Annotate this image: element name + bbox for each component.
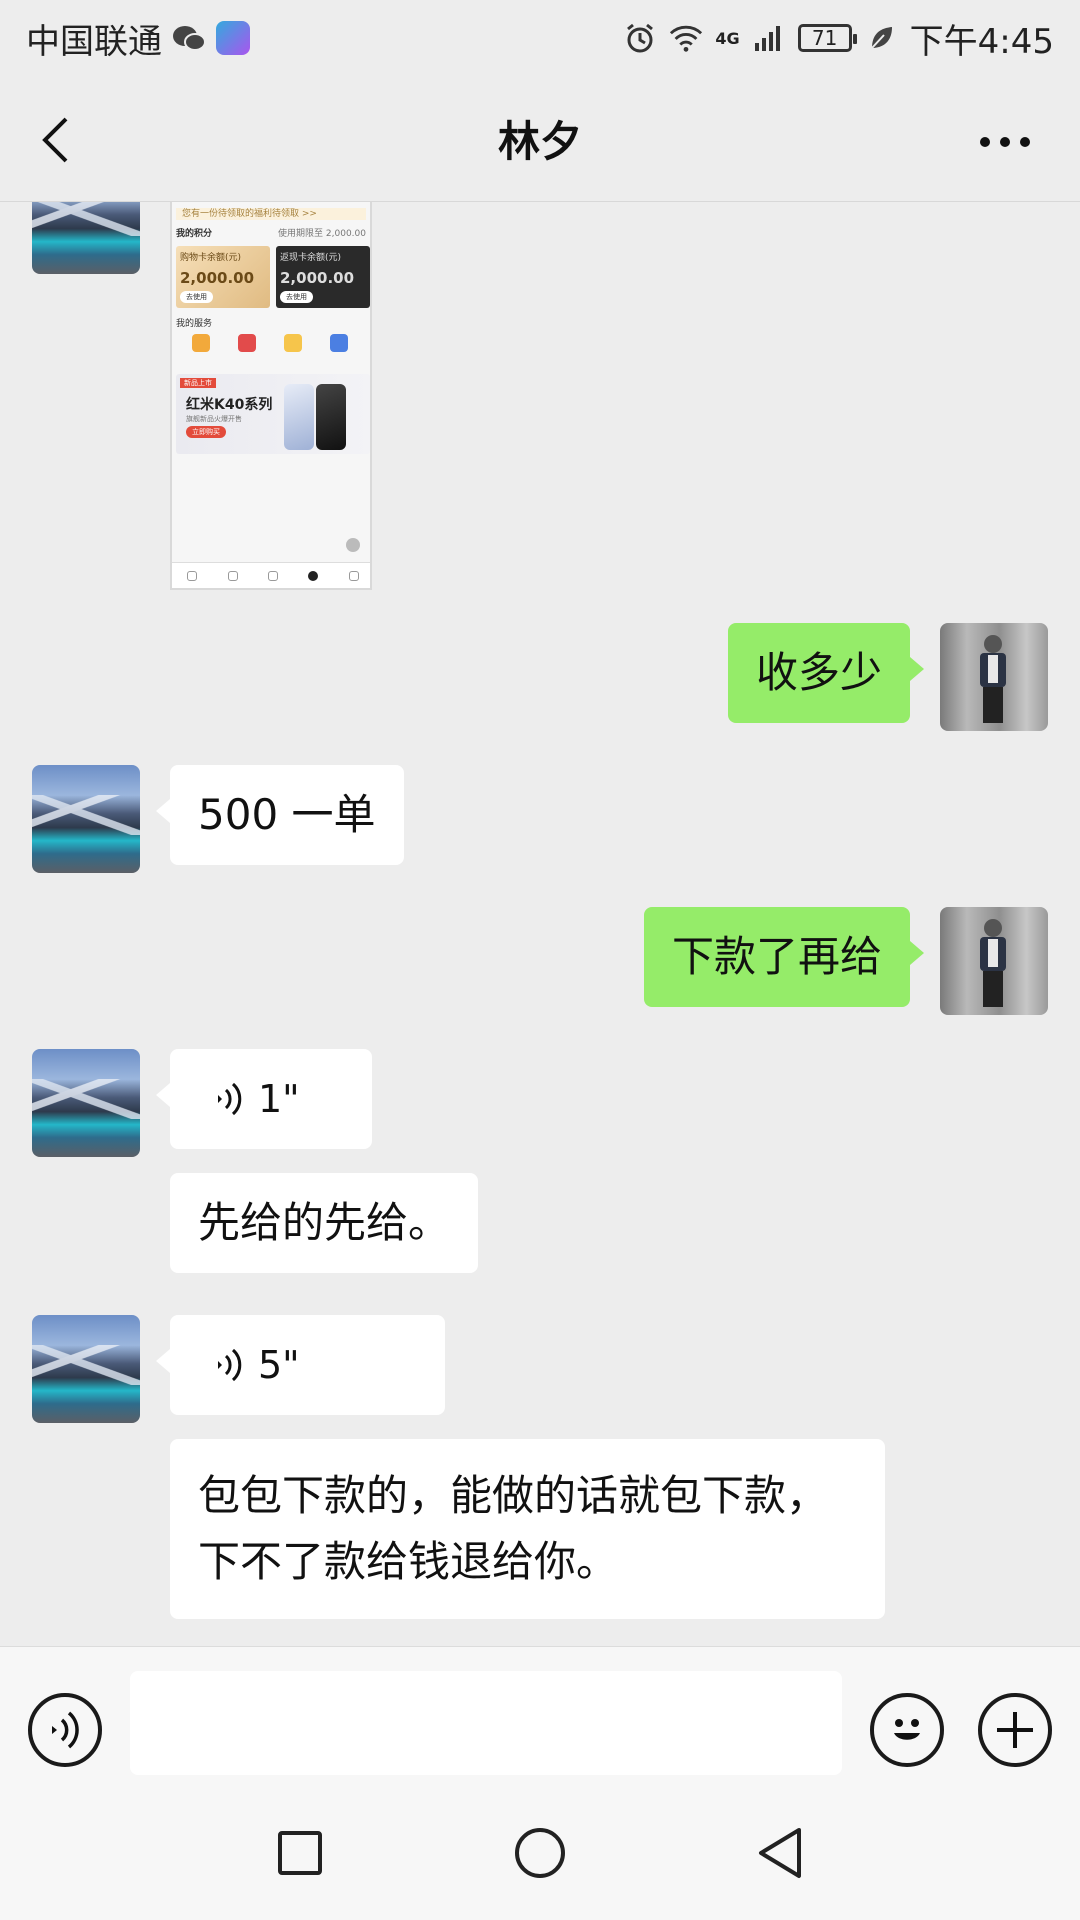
contact-avatar[interactable] — [32, 765, 140, 873]
thumb-notice: 您有一份待领取的福利待领取 >> — [176, 208, 366, 220]
thumb-service-icon — [284, 334, 302, 352]
wechat-notification-icon — [172, 23, 206, 53]
voice-input-button[interactable] — [28, 1693, 102, 1767]
video-app-notification-icon — [216, 21, 250, 55]
more-horizontal-icon — [980, 137, 1030, 147]
back-button[interactable] — [30, 112, 80, 168]
thumb-section-header: 我的积分 使用期限至 2,000.00 — [176, 229, 366, 239]
my-avatar[interactable] — [940, 907, 1048, 1015]
chevron-left-icon — [42, 117, 68, 163]
carrier-label: 中国联通 — [26, 21, 162, 62]
network-type-label: 4G — [715, 28, 740, 48]
message-input[interactable] — [130, 1671, 842, 1775]
thumb-card-shopping: 购物卡余额(元) 2,000.00 去使用 — [176, 246, 270, 308]
home-button[interactable] — [505, 1818, 575, 1888]
alarm-icon — [623, 21, 657, 55]
system-nav-bar — [0, 1778, 1080, 1920]
contact-avatar[interactable] — [32, 202, 140, 274]
circle-icon — [515, 1828, 565, 1878]
my-avatar[interactable] — [940, 623, 1048, 731]
received-message[interactable]: 包包下款的，能做的话就包下款， 下不了款给钱退给你。 — [170, 1439, 885, 1619]
message-list[interactable]: 您有一份待领取的福利待领取 >> 我的积分 使用期限至 2,000.00 购物卡余… — [0, 202, 1080, 1646]
more-button[interactable] — [970, 122, 1040, 162]
thumb-phone-image — [316, 384, 346, 450]
thumb-phone-image — [284, 384, 314, 450]
status-bar: 中国联通 4G 71 下午4:45 — [0, 0, 1080, 76]
voice-message[interactable]: 5" — [156, 1315, 445, 1415]
input-bar — [0, 1646, 1080, 1778]
thumb-services-title: 我的服务 — [176, 319, 213, 329]
sent-message[interactable]: 收多少 — [727, 623, 925, 723]
clock-label: 下午4:45 — [909, 21, 1054, 62]
received-message[interactable]: 500 一单 — [156, 765, 404, 865]
thumb-fab — [346, 538, 360, 552]
thumb-card-cashback: 返现卡余额(元) 2,000.00 去使用 — [276, 246, 370, 308]
thumb-service-icon — [330, 334, 348, 352]
image-message[interactable]: 您有一份待领取的福利待领取 >> 我的积分 使用期限至 2,000.00 购物卡余… — [170, 202, 372, 590]
received-message[interactable]: 先给的先给。 — [170, 1173, 479, 1273]
signal-icon — [752, 21, 786, 55]
emoji-icon — [894, 1719, 920, 1740]
battery-indicator: 71 — [797, 24, 857, 52]
sent-message[interactable]: 下款了再给 — [643, 907, 925, 1007]
chat-title: 林夕 — [497, 117, 582, 166]
thumb-service-icon — [192, 334, 210, 352]
contact-avatar[interactable] — [32, 1315, 140, 1423]
more-functions-button[interactable] — [978, 1693, 1052, 1767]
plus-icon — [997, 1712, 1033, 1748]
recents-button[interactable] — [265, 1818, 335, 1888]
contact-avatar[interactable] — [32, 1049, 140, 1157]
chat-header: 林夕 — [0, 76, 1080, 202]
wifi-icon — [669, 21, 703, 55]
thumb-tabbar — [172, 562, 370, 588]
voice-wave-icon — [218, 1348, 242, 1382]
thumb-banner: 新品上市 红米K40系列 旗舰新品火爆开售 立即购买 — [176, 374, 370, 454]
emoji-button[interactable] — [870, 1693, 944, 1767]
square-icon — [278, 1831, 322, 1875]
voice-wave-icon — [218, 1082, 242, 1116]
voice-message[interactable]: 1" — [156, 1049, 372, 1149]
leaf-icon — [864, 21, 898, 55]
thumb-service-icon — [238, 334, 256, 352]
voice-icon — [52, 1711, 79, 1749]
back-nav-button[interactable] — [745, 1818, 815, 1888]
triangle-back-icon — [759, 1828, 801, 1878]
